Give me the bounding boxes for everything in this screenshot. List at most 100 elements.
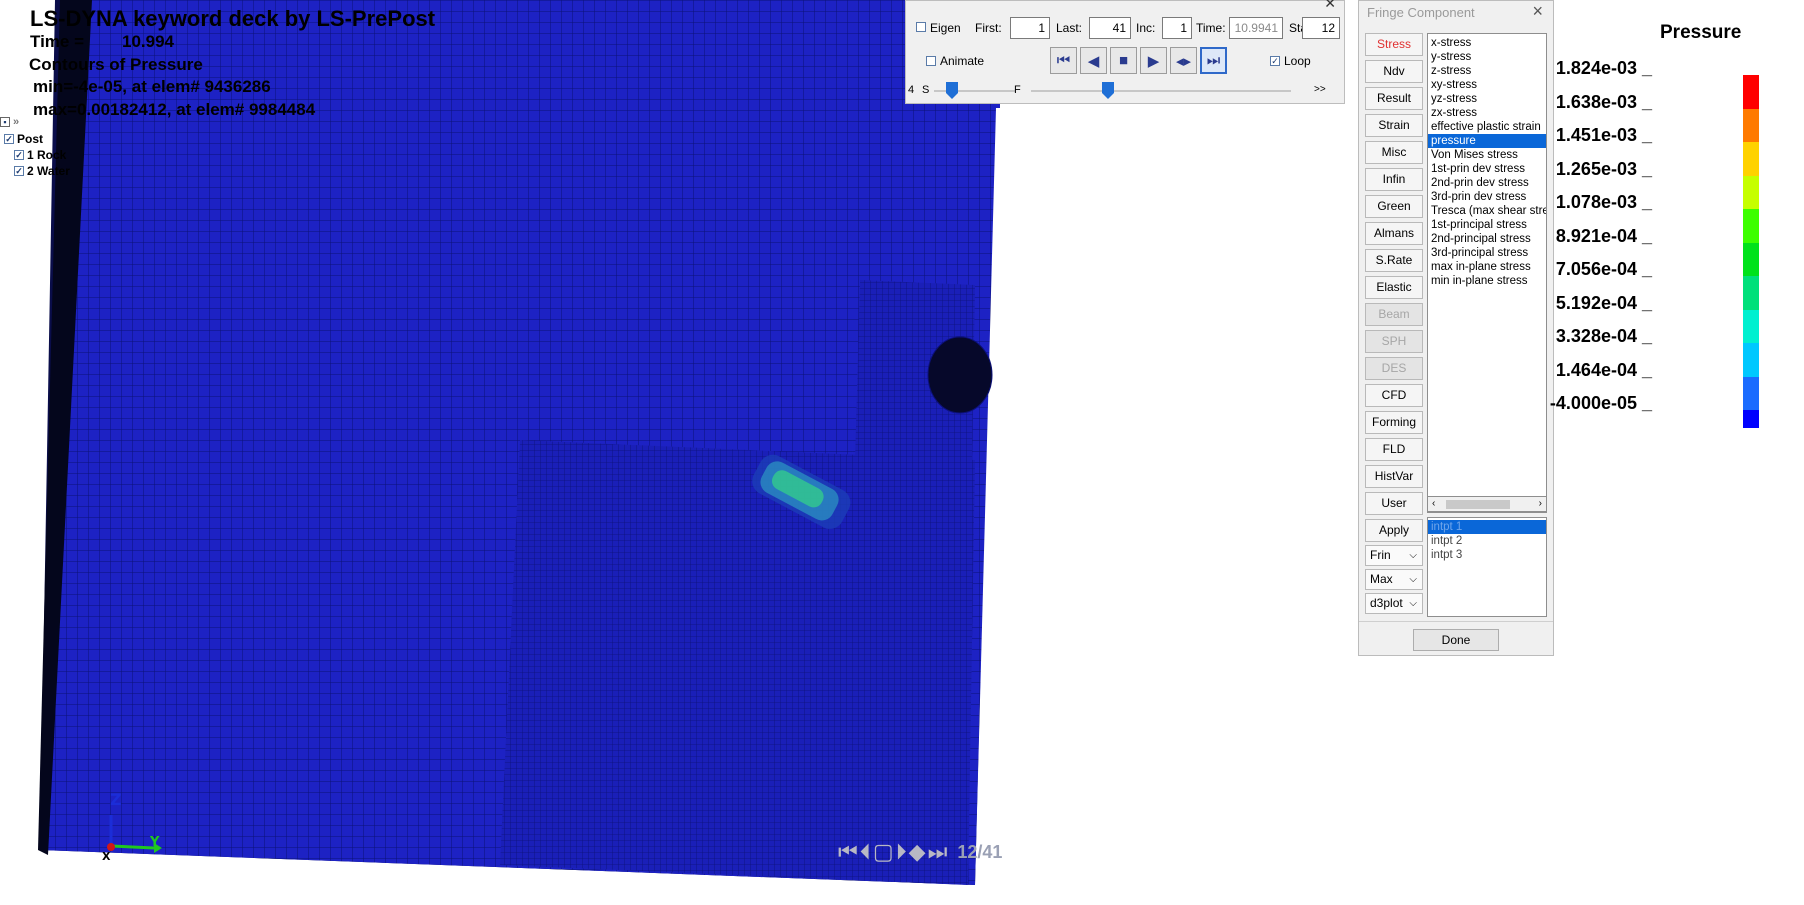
last-frame-button[interactable]: ⏭ bbox=[1200, 47, 1227, 74]
list-item[interactable]: z-stress bbox=[1428, 64, 1546, 78]
last-frame-icon[interactable]: ⏭ bbox=[928, 840, 948, 865]
chevron-left-icon[interactable]: ‹ bbox=[1432, 498, 1435, 509]
tree-item-water[interactable]: ✓ 2 Water bbox=[14, 164, 70, 178]
fringe-title: Fringe Component bbox=[1367, 5, 1475, 20]
state-field[interactable]: 12 bbox=[1302, 17, 1340, 39]
prev-frame-icon[interactable]: ⏴ bbox=[860, 840, 871, 865]
fld-button[interactable]: FLD bbox=[1365, 438, 1423, 461]
checkbox-water[interactable]: ✓ bbox=[14, 166, 24, 176]
tree-item-post[interactable]: ✓ Post bbox=[4, 132, 43, 146]
histvar-button[interactable]: HistVar bbox=[1365, 465, 1423, 488]
loop-label: Loop bbox=[1284, 54, 1311, 68]
scrollbar-thumb[interactable] bbox=[1446, 500, 1510, 509]
strain-button[interactable]: Strain bbox=[1365, 114, 1423, 137]
done-button[interactable]: Done bbox=[1413, 629, 1499, 651]
infin-button[interactable]: Infin bbox=[1365, 168, 1423, 191]
list-item[interactable]: x-stress bbox=[1428, 36, 1546, 50]
list-item[interactable]: max in-plane stress bbox=[1428, 260, 1546, 274]
time-label: Time = bbox=[30, 32, 85, 51]
legend-swatch bbox=[1743, 343, 1759, 377]
intpt-list[interactable]: intpt 1 intpt 2 intpt 3 bbox=[1427, 517, 1547, 617]
ndv-button[interactable]: Ndv bbox=[1365, 60, 1423, 83]
tree-item-rock[interactable]: ✓ 1 Rock bbox=[14, 148, 66, 162]
frame-slider-thumb[interactable] bbox=[1102, 82, 1114, 99]
user-button[interactable]: User bbox=[1365, 492, 1423, 515]
almans-button[interactable]: Almans bbox=[1365, 222, 1423, 245]
first-frame-icon[interactable]: ⏮ bbox=[838, 840, 858, 865]
result-button[interactable]: Result bbox=[1365, 87, 1423, 110]
close-icon[interactable]: ✕ bbox=[1324, 0, 1336, 12]
apply-button[interactable]: Apply bbox=[1365, 519, 1423, 542]
pingpong-icon[interactable]: ◆ bbox=[909, 840, 926, 865]
list-item[interactable]: zx-stress bbox=[1428, 106, 1546, 120]
animate-checkbox[interactable] bbox=[926, 56, 936, 66]
component-list[interactable]: x-stress y-stress z-stress xy-stress yz-… bbox=[1427, 33, 1547, 513]
close-icon[interactable]: × bbox=[1532, 1, 1543, 22]
list-item-selected[interactable]: pressure bbox=[1428, 134, 1546, 148]
list-item[interactable]: 2nd-prin dev stress bbox=[1428, 176, 1546, 190]
chevron-right-icon[interactable]: › bbox=[1539, 498, 1542, 509]
pingpong-button[interactable]: ◂▸ bbox=[1170, 47, 1197, 74]
chevron-down-icon: ⌵ bbox=[1409, 574, 1417, 585]
chevron-down-icon: ⌵ bbox=[1409, 550, 1417, 561]
list-item[interactable]: 3rd-prin dev stress bbox=[1428, 190, 1546, 204]
component-list-scrollbar[interactable]: ‹ › bbox=[1427, 496, 1547, 512]
list-item[interactable]: 3rd-principal stress bbox=[1428, 246, 1546, 260]
tree-root[interactable]: ▪ » bbox=[0, 116, 19, 128]
viewport-player: ⏮ ⏴ ▢ ⏵ ◆ ⏭ 12/41 bbox=[838, 840, 1002, 865]
stop-button[interactable]: ■ bbox=[1110, 47, 1137, 74]
list-item[interactable]: intpt 2 bbox=[1428, 534, 1546, 548]
cfd-button[interactable]: CFD bbox=[1365, 384, 1423, 407]
play-backward-button[interactable]: ◀ bbox=[1080, 47, 1107, 74]
axis-y-label: Y bbox=[150, 835, 160, 850]
list-item[interactable]: 1st-prin dev stress bbox=[1428, 162, 1546, 176]
list-item[interactable]: min in-plane stress bbox=[1428, 274, 1546, 288]
contours-label: Contours of Pressure bbox=[29, 55, 203, 74]
play-forward-button[interactable]: ▶ bbox=[1140, 47, 1167, 74]
srate-button[interactable]: S.Rate bbox=[1365, 249, 1423, 272]
inc-field[interactable]: 1 bbox=[1162, 17, 1192, 39]
model-title: LS-DYNA keyword deck by LS-PrePost bbox=[30, 6, 436, 31]
model-viewport[interactable] bbox=[0, 0, 1000, 905]
animate-label: Animate bbox=[940, 54, 985, 68]
speed-slider-thumb[interactable] bbox=[946, 82, 958, 99]
frame-counter: 12/41 bbox=[957, 842, 1003, 862]
list-item[interactable]: 2nd-principal stress bbox=[1428, 232, 1546, 246]
min-label: min=-4e-05, at elem# 9436286 bbox=[33, 77, 271, 96]
list-item[interactable]: xy-stress bbox=[1428, 78, 1546, 92]
collapse-icon[interactable]: ▪ bbox=[0, 117, 10, 127]
last-field[interactable]: 41 bbox=[1089, 17, 1131, 39]
next-frame-icon[interactable]: ⏵ bbox=[896, 840, 907, 865]
fringe-type-select[interactable]: Frin ⌵ bbox=[1365, 545, 1423, 566]
first-field[interactable]: 1 bbox=[1010, 17, 1050, 39]
last-label: Last: bbox=[1056, 21, 1083, 35]
checkbox-post[interactable]: ✓ bbox=[4, 134, 14, 144]
first-frame-button[interactable]: ⏮ bbox=[1050, 47, 1077, 74]
list-item[interactable]: Tresca (max shear stress) bbox=[1428, 204, 1546, 218]
elastic-button[interactable]: Elastic bbox=[1365, 276, 1423, 299]
list-item-selected[interactable]: intpt 1 bbox=[1428, 520, 1546, 534]
list-item[interactable]: yz-stress bbox=[1428, 92, 1546, 106]
eigen-checkbox[interactable] bbox=[916, 22, 926, 32]
stress-button[interactable]: Stress bbox=[1365, 33, 1423, 56]
checkbox-rock[interactable]: ✓ bbox=[14, 150, 24, 160]
more-button[interactable]: >> bbox=[1314, 79, 1326, 101]
list-item[interactable]: 1st-principal stress bbox=[1428, 218, 1546, 232]
list-item[interactable]: y-stress bbox=[1428, 50, 1546, 64]
legend-swatch bbox=[1743, 376, 1759, 410]
axis-z-label: Z bbox=[110, 790, 122, 809]
legend-label: 7.056e-04 _ bbox=[1555, 259, 1652, 279]
source-select[interactable]: d3plot ⌵ bbox=[1365, 593, 1423, 614]
frame-slider-track[interactable] bbox=[1031, 90, 1291, 92]
legend-swatch bbox=[1743, 309, 1759, 343]
loop-checkbox[interactable]: ✓ bbox=[1270, 56, 1280, 66]
time-field-label: Time: bbox=[1196, 21, 1226, 35]
max-select[interactable]: Max ⌵ bbox=[1365, 569, 1423, 590]
green-button[interactable]: Green bbox=[1365, 195, 1423, 218]
list-item[interactable]: effective plastic strain bbox=[1428, 120, 1546, 134]
list-item[interactable]: intpt 3 bbox=[1428, 548, 1546, 562]
forming-button[interactable]: Forming bbox=[1365, 411, 1423, 434]
misc-button[interactable]: Misc bbox=[1365, 141, 1423, 164]
list-item[interactable]: Von Mises stress bbox=[1428, 148, 1546, 162]
stop-icon[interactable]: ▢ bbox=[873, 840, 894, 865]
